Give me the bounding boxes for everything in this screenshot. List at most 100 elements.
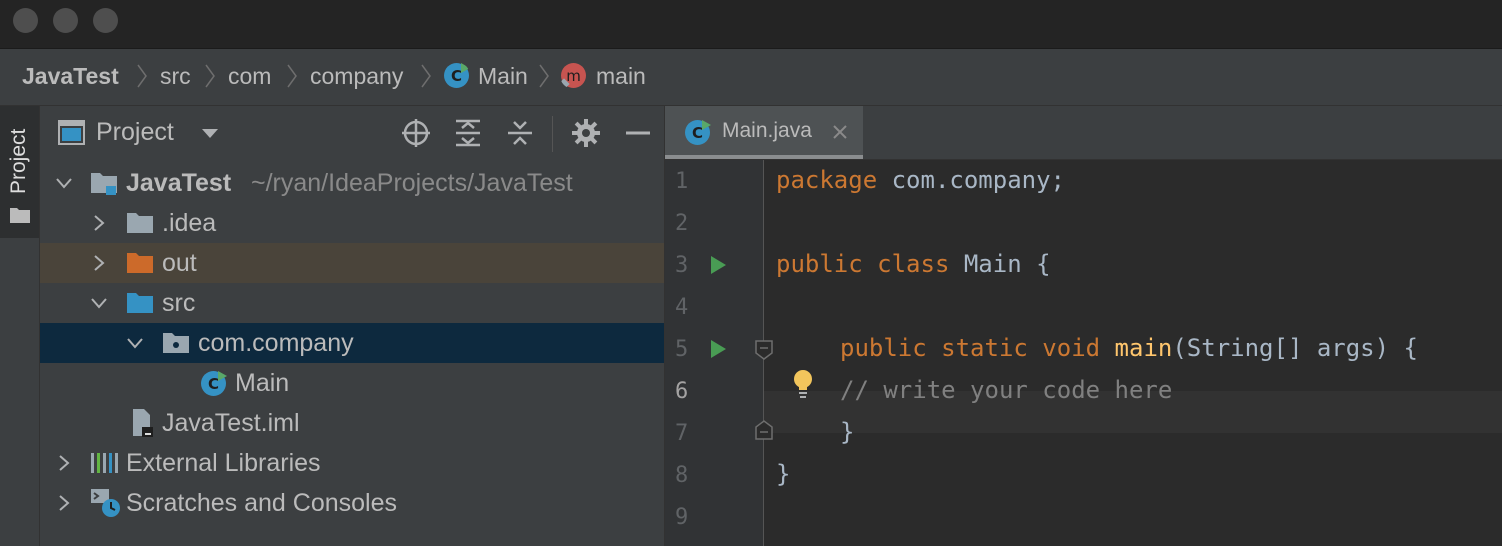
keyword: package	[776, 166, 878, 194]
line-number: 6	[675, 379, 689, 404]
breadcrumb-com[interactable]: com	[228, 62, 271, 90]
minimize-window-button[interactable]	[53, 8, 78, 33]
code-text: }	[840, 418, 855, 446]
project-tool-window-button[interactable]: Project	[0, 106, 39, 238]
code-line[interactable]: public class Main {	[776, 250, 1051, 278]
java-class-icon: C	[444, 63, 470, 88]
chevron-down-icon[interactable]	[202, 129, 218, 139]
chevron-right-icon	[421, 64, 431, 88]
tree-item-javatest[interactable]: JavaTest ~/ryan/IdeaProjects/JavaTest	[40, 163, 664, 203]
lightbulb-icon[interactable]	[792, 369, 814, 399]
gear-icon[interactable]	[571, 118, 601, 148]
tree-item-label: External Libraries	[126, 449, 321, 477]
java-class-icon: C	[685, 120, 711, 145]
module-folder-icon	[91, 173, 117, 195]
fold-marker-icon[interactable]	[755, 340, 773, 360]
run-class-icon[interactable]	[711, 256, 726, 274]
code-text: Main {	[949, 250, 1051, 278]
keyword: public class	[776, 250, 950, 278]
breadcrumb-project[interactable]: JavaTest	[22, 62, 119, 90]
chevron-right-icon[interactable]	[55, 454, 73, 472]
package-icon	[163, 333, 189, 353]
svg-text:C: C	[692, 124, 703, 142]
code-text: com.company;	[877, 166, 1065, 194]
fold-end-marker-icon[interactable]	[755, 420, 773, 440]
breadcrumb-method[interactable]: main	[596, 62, 646, 90]
collapse-all-icon[interactable]	[505, 118, 535, 148]
tree-item-label: Scratches and Consoles	[126, 489, 397, 517]
line-number: 3	[675, 253, 689, 278]
line-number: 7	[675, 421, 689, 446]
source-folder-icon	[127, 293, 153, 313]
tree-item-idea[interactable]: .idea	[40, 203, 664, 243]
line-number: 8	[675, 463, 689, 488]
line-number: 9	[675, 505, 689, 530]
tree-item-main[interactable]: C Main	[40, 363, 664, 403]
folder-icon	[127, 213, 153, 233]
project-view-title[interactable]: Project	[96, 118, 174, 147]
comment: // write your code here	[840, 376, 1173, 404]
breadcrumb-src[interactable]: src	[160, 62, 191, 90]
tool-window-stripe: Project	[0, 106, 40, 546]
run-main-icon[interactable]	[711, 340, 726, 358]
file-icon	[133, 409, 153, 437]
svg-text:C: C	[208, 375, 219, 393]
java-class-icon: C	[201, 371, 227, 396]
tree-item-label: out	[162, 249, 197, 277]
line-number: 5	[675, 337, 689, 362]
tree-item-javatest-iml[interactable]: JavaTest.iml	[40, 403, 664, 443]
chevron-right-icon	[205, 64, 215, 88]
chevron-right-icon[interactable]	[90, 214, 108, 232]
scratches-icon	[91, 489, 120, 517]
tree-item-src[interactable]: src	[40, 283, 664, 323]
code-line[interactable]: }	[776, 460, 790, 488]
project-view-icon	[58, 120, 85, 145]
chevron-down-icon[interactable]	[55, 174, 73, 192]
method-name: main	[1114, 334, 1173, 362]
expand-all-icon[interactable]	[453, 118, 483, 148]
breadcrumb-class[interactable]: Main	[478, 62, 528, 90]
locate-icon[interactable]	[401, 118, 431, 148]
svg-text:m: m	[566, 67, 581, 85]
code-line[interactable]: package com.company;	[776, 166, 1065, 194]
project-panel: Project JavaTest ~/ryan/IdeaProjects/Jav…	[40, 106, 665, 546]
breadcrumb-company[interactable]: company	[310, 62, 403, 90]
excluded-folder-icon	[127, 253, 153, 273]
tree-item-label: Main	[235, 369, 290, 397]
tree-item-path: ~/ryan/IdeaProjects/JavaTest	[251, 169, 573, 197]
close-icon[interactable]	[832, 124, 848, 140]
tree-item-external-libraries[interactable]: External Libraries	[40, 443, 664, 483]
project-panel-header: Project	[40, 106, 664, 160]
line-number: 1	[675, 169, 689, 194]
tree-item-label: com.company	[198, 329, 354, 357]
chevron-right-icon	[287, 64, 297, 88]
chevron-right-icon[interactable]	[55, 494, 73, 512]
line-number: 2	[675, 211, 689, 236]
chevron-down-icon[interactable]	[90, 294, 108, 312]
tree-item-label: JavaTest	[126, 169, 232, 197]
tree-item-scratches[interactable]: Scratches and Consoles	[40, 483, 664, 523]
zoom-window-button[interactable]	[93, 8, 118, 33]
tab-label: Main.java	[722, 119, 812, 142]
code-editor: C Main.java 1 2 3 4 5 6 7 8 9 package co…	[665, 106, 1502, 546]
library-icon	[91, 453, 118, 473]
header-divider	[552, 116, 553, 152]
close-window-button[interactable]	[13, 8, 38, 33]
code-line[interactable]: }	[840, 418, 854, 446]
code-line[interactable]: // write your code here	[840, 376, 1172, 404]
tab-main-java[interactable]: C Main.java	[665, 106, 863, 159]
tree-item-com-company[interactable]: com.company	[40, 323, 664, 363]
editor-tab-bar: C Main.java	[665, 106, 1502, 160]
tree-item-out[interactable]: out	[40, 243, 664, 283]
svg-text:C: C	[451, 67, 462, 85]
tree-item-label: src	[162, 289, 196, 317]
hide-panel-icon[interactable]	[623, 118, 653, 148]
code-line[interactable]: public static void main(String[] args) {	[840, 334, 1418, 362]
tree-item-label: .idea	[162, 209, 217, 237]
chevron-right-icon[interactable]	[90, 254, 108, 272]
title-bar	[0, 0, 1502, 49]
stripe-project-label: Project	[7, 128, 30, 194]
chevron-down-icon[interactable]	[126, 334, 144, 352]
chevron-right-icon	[539, 64, 549, 88]
method-icon: m	[560, 63, 586, 89]
